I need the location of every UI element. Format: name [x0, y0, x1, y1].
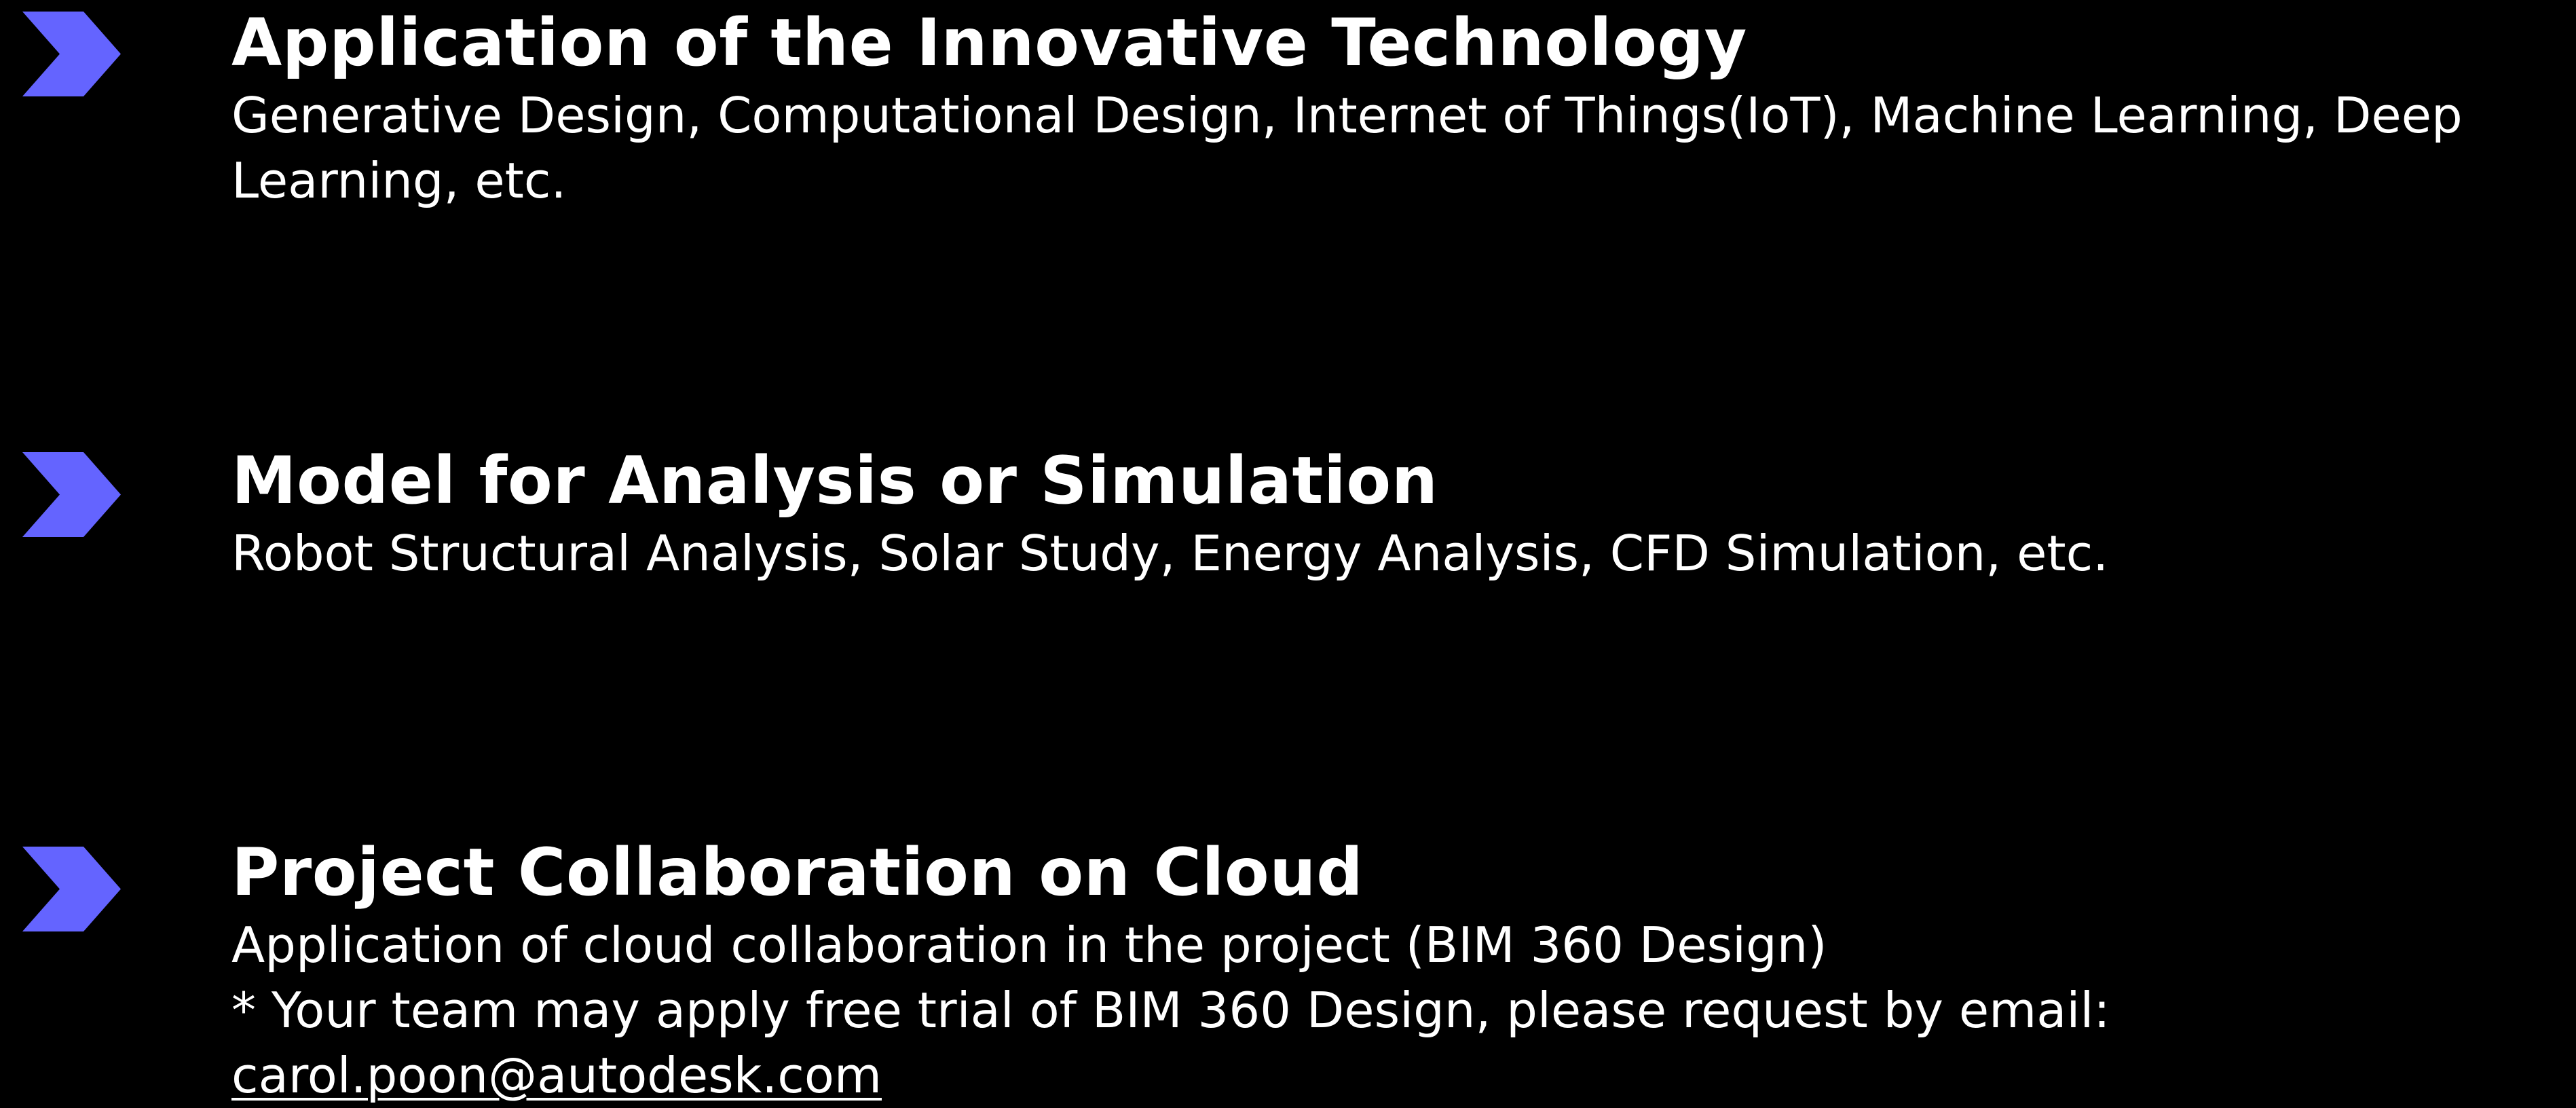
item-description-line: Learning, etc. — [231, 152, 567, 209]
chevron-right-icon — [22, 12, 121, 96]
item-description-line: Application of cloud collaboration in th… — [231, 917, 1827, 974]
item-text: Project Collaboration on Cloud Applicati… — [231, 832, 2566, 1108]
email-link[interactable]: carol.poon@autodesk.com — [231, 1047, 882, 1104]
item-title: Project Collaboration on Cloud — [231, 834, 1364, 910]
item-description-line: * Your team may apply free trial of BIM … — [231, 982, 2110, 1039]
item-text: Application of the Innovative Technology… — [231, 3, 2566, 213]
chevron-right-icon — [22, 847, 121, 931]
email-line: carol.poon@autodesk.com — [231, 1043, 2566, 1108]
item-title: Application of the Innovative Technology — [231, 5, 1747, 81]
item-text: Model for Analysis or Simulation Robot S… — [231, 441, 2566, 586]
chevron-right-icon — [22, 452, 121, 537]
item-description-line: Robot Structural Analysis, Solar Study, … — [231, 525, 2109, 582]
item-title: Model for Analysis or Simulation — [231, 443, 1438, 519]
item-description-line: Generative Design, Computational Design,… — [231, 87, 2463, 144]
